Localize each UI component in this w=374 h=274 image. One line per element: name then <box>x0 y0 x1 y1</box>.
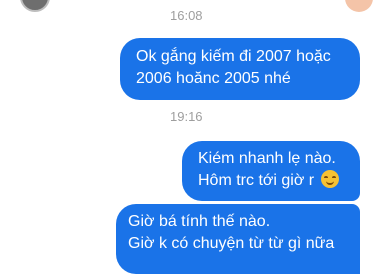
message-line: Kiém nhanh lẹ nào. <box>198 150 336 167</box>
timestamp: 19:16 <box>170 109 203 124</box>
smiling-face-emoji-icon <box>320 170 339 188</box>
message-line: Giờ bá tính thế nào. <box>128 213 271 230</box>
message-line: Hôm trc tới giờ r <box>198 172 315 189</box>
reaction-avatar[interactable] <box>345 0 373 12</box>
sent-message-bubble[interactable]: Kiém nhanh lẹ nào. Hôm trc tới giờ r <box>182 141 360 201</box>
message-line-with-emoji: Hôm trc tới giờ r <box>198 170 360 192</box>
message-line: Ok gắng kiếm đi 2007 hoặc <box>136 48 331 65</box>
message-line: Giờ k có chuyện từ từ gì nữa <box>128 235 335 252</box>
timestamp: 16:08 <box>170 8 203 23</box>
sent-message-bubble[interactable]: Giờ bá tính thế nào. Giờ k có chuyện từ … <box>116 204 360 274</box>
sent-message-bubble[interactable]: Ok gắng kiếm đi 2007 hoặc 2006 hoănc 200… <box>120 38 360 100</box>
message-line: 2006 hoănc 2005 nhé <box>136 70 291 87</box>
contact-avatar[interactable] <box>20 0 50 12</box>
